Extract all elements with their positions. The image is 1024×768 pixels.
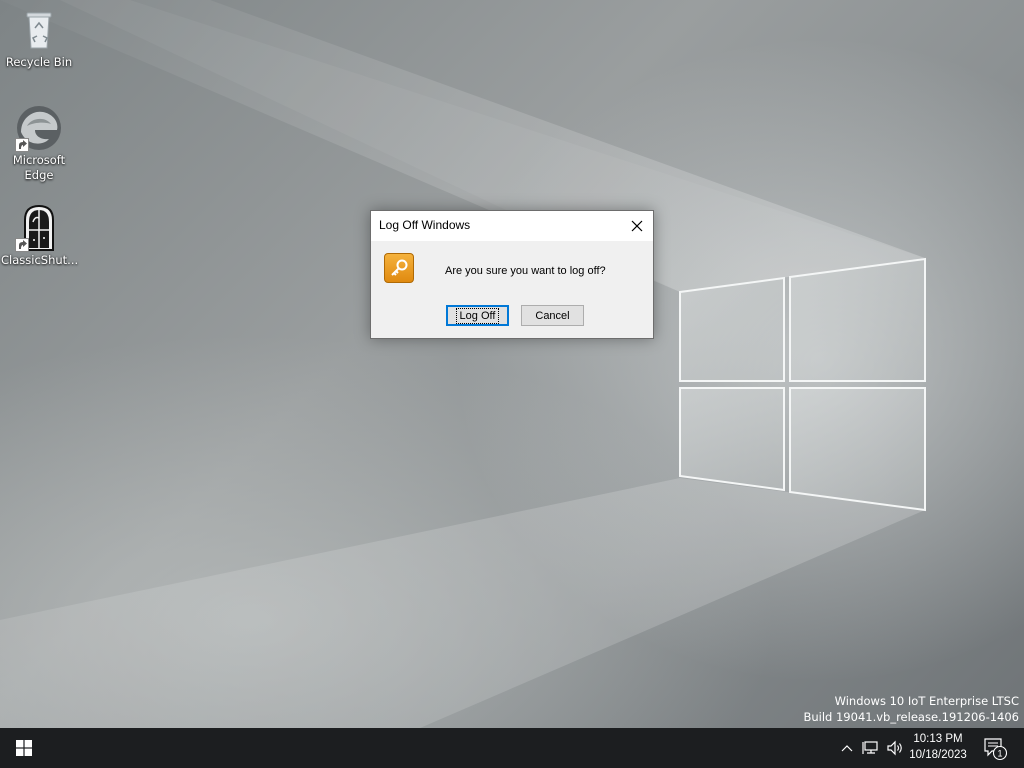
watermark-build: Build 19041.vb_release.191206-1406: [803, 710, 1019, 724]
wallpaper-light-beams: [0, 0, 926, 728]
windows-logo-icon: [16, 740, 32, 756]
notification-count-badge: 1: [997, 749, 1002, 759]
close-icon: [631, 220, 643, 232]
desktop-icon-recycle-bin[interactable]: Recycle Bin: [1, 6, 77, 70]
clock-date: 10/18/2023: [909, 749, 967, 761]
network-tray-button[interactable]: [859, 728, 883, 768]
speaker-icon: [887, 740, 902, 756]
dialog-close-button[interactable]: [621, 211, 653, 241]
taskbar-clock[interactable]: 10:13 PM 10/18/2023: [905, 731, 971, 763]
dialog-titlebar[interactable]: Log Off Windows: [371, 211, 653, 241]
start-button[interactable]: [0, 728, 48, 768]
chevron-up-icon: [841, 745, 853, 752]
desktop-icon-label: ClassicShut...: [1, 253, 79, 267]
desktop: Recycle Bin Microsoft Edge ClassicShut..…: [0, 0, 1024, 728]
desktop-icon-label: Microsoft Edge: [12, 153, 66, 182]
edge-icon: [15, 104, 63, 152]
recycle-bin-icon: [15, 6, 63, 54]
log-off-button-label: Log Off: [455, 307, 500, 324]
shortcut-arrow-icon: [15, 238, 29, 252]
shortcut-arrow-icon: [15, 138, 29, 152]
action-center-button[interactable]: 1: [978, 728, 1012, 768]
dialog-message: Are you sure you want to log off?: [445, 265, 606, 277]
log-off-button[interactable]: Log Off: [446, 305, 509, 326]
notification-icon: 1: [984, 738, 1008, 761]
dialog-title: Log Off Windows: [379, 218, 471, 232]
volume-tray-button[interactable]: [884, 728, 906, 768]
log-off-dialog: Log Off Windows Are you sure you want to…: [370, 210, 654, 339]
windows-version-watermark: Windows 10 IoT Enterprise LTSC Build 190…: [803, 693, 1019, 725]
show-hidden-icons-button[interactable]: [836, 728, 858, 768]
clock-time: 10:13 PM: [913, 733, 963, 745]
taskbar: 10:13 PM 10/18/2023 1: [0, 728, 1024, 768]
desktop-icon-label: Recycle Bin: [5, 55, 73, 69]
network-icon: [862, 741, 878, 754]
desktop-icon-microsoft-edge[interactable]: Microsoft Edge: [1, 104, 77, 183]
classic-shell-icon: [15, 204, 63, 252]
desktop-icon-classic-shell[interactable]: ClassicShut...: [1, 204, 79, 268]
cancel-button[interactable]: Cancel: [521, 305, 584, 326]
watermark-edition: Windows 10 IoT Enterprise LTSC: [834, 694, 1019, 708]
key-icon: [384, 253, 414, 283]
cancel-button-label: Cancel: [535, 309, 570, 322]
